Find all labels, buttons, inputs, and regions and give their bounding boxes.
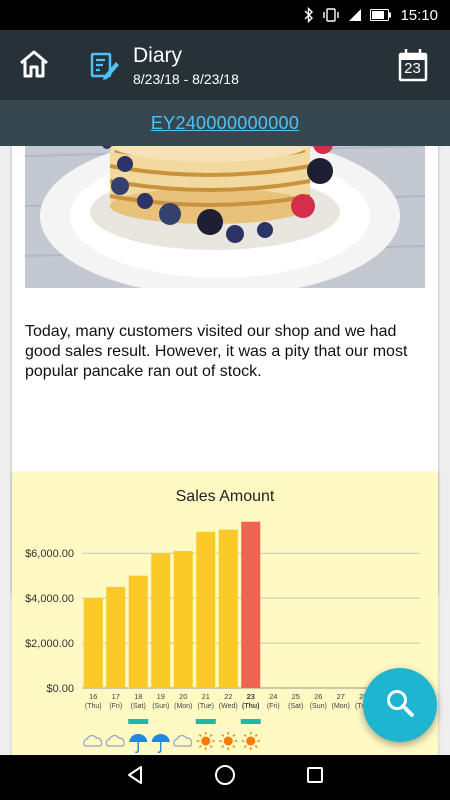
home-circle-icon (214, 764, 236, 791)
bar (241, 521, 261, 688)
x-tick-weekday: (Sun) (310, 703, 327, 710)
back-button[interactable] (115, 758, 155, 798)
pancake-photo (25, 146, 425, 288)
x-tick-weekday: (Mon) (332, 703, 350, 710)
x-tick-weekday: (Wed) (219, 703, 238, 710)
sun-ray-icon (209, 745, 213, 748)
recents-button[interactable] (295, 758, 335, 798)
record-id-link[interactable]: EY240000000000 (151, 113, 299, 134)
title-block: Diary 8/23/18 - 8/23/18 (133, 44, 239, 88)
y-tick-label: $0.00 (46, 683, 74, 695)
clock-time: 15:10 (400, 6, 438, 24)
y-tick-label: $4,000.00 (25, 593, 74, 605)
bar (196, 531, 216, 688)
back-triangle-icon (125, 765, 145, 790)
home-icon (18, 49, 50, 84)
diary-icon (88, 50, 120, 82)
signal-icon (348, 8, 362, 22)
bar (83, 598, 103, 688)
bar (128, 575, 148, 688)
sun-ray-icon (198, 734, 202, 737)
sun-icon (246, 736, 256, 746)
battery-icon (370, 9, 392, 21)
teal-marker (128, 719, 149, 724)
bar (106, 586, 126, 688)
x-tick-day: 20 (179, 692, 187, 701)
x-tick-weekday: (Sat) (288, 703, 303, 710)
x-tick-weekday: (Fri) (267, 703, 280, 710)
bar (218, 529, 238, 688)
status-bar: 15:10 (0, 0, 450, 30)
calendar-day: 23 (404, 60, 421, 77)
x-tick-weekday: (Sun) (152, 703, 169, 710)
x-tick-day: 23 (247, 692, 255, 701)
cloud-icon (105, 735, 125, 747)
y-tick-label: $6,000.00 (25, 548, 74, 560)
calendar-button[interactable]: 23 (398, 48, 432, 84)
sun-ray-icon (198, 745, 202, 748)
home-button[interactable] (14, 48, 54, 84)
cloud-icon (83, 735, 103, 747)
x-tick-day: 25 (292, 692, 300, 701)
sun-ray-icon (209, 734, 213, 737)
x-tick-day: 17 (112, 692, 120, 701)
x-tick-day: 24 (269, 692, 277, 701)
diary-text: Today, many customers visited our shop a… (25, 323, 408, 380)
bar (151, 553, 171, 688)
content-area[interactable]: Today, many customers visited our shop a… (0, 146, 450, 755)
search-fab[interactable] (363, 668, 437, 742)
x-tick-weekday: (Tue) (198, 703, 214, 710)
umbrella-icon (129, 734, 148, 742)
x-tick-day: 26 (314, 692, 322, 701)
umbrella-handle-icon (157, 742, 162, 753)
app-bar: Diary 8/23/18 - 8/23/18 23 (0, 30, 450, 100)
sun-ray-icon (221, 745, 225, 748)
date-range: 8/23/18 - 8/23/18 (133, 71, 239, 87)
x-tick-weekday: (Thu) (85, 703, 102, 710)
x-tick-weekday: (Sat) (131, 703, 146, 710)
x-tick-weekday: (Fri) (109, 703, 122, 710)
system-nav-bar (0, 755, 450, 800)
sun-ray-icon (232, 745, 236, 748)
sun-icon (201, 736, 211, 746)
x-tick-weekday: (Thu) (242, 703, 260, 710)
sun-ray-icon (243, 745, 247, 748)
umbrella-handle-icon (135, 742, 139, 753)
x-tick-weekday: (Mon) (174, 703, 192, 710)
x-tick-day: 18 (134, 692, 142, 701)
y-tick-label: $2,000.00 (25, 638, 74, 650)
x-tick-day: 27 (337, 692, 345, 701)
sun-ray-icon (254, 734, 258, 737)
sun-ray-icon (243, 734, 247, 737)
id-bar: EY240000000000 (0, 100, 450, 146)
cloud-icon (173, 735, 193, 747)
vibrate-icon (322, 8, 340, 22)
sun-icon (223, 736, 233, 746)
x-tick-day: 22 (224, 692, 232, 701)
teal-marker (240, 719, 261, 724)
x-tick-day: 21 (202, 692, 210, 701)
search-icon (385, 688, 415, 723)
teal-marker (195, 719, 216, 724)
x-tick-day: 19 (157, 692, 165, 701)
umbrella-icon (151, 734, 170, 742)
home-nav-button[interactable] (205, 758, 245, 798)
sun-ray-icon (254, 745, 258, 748)
page-title: Diary (133, 44, 183, 67)
bluetooth-icon (304, 7, 314, 23)
x-tick-day: 16 (89, 692, 97, 701)
sun-ray-icon (232, 734, 236, 737)
sun-ray-icon (221, 734, 225, 737)
bar (173, 550, 193, 688)
recents-square-icon (305, 765, 325, 790)
